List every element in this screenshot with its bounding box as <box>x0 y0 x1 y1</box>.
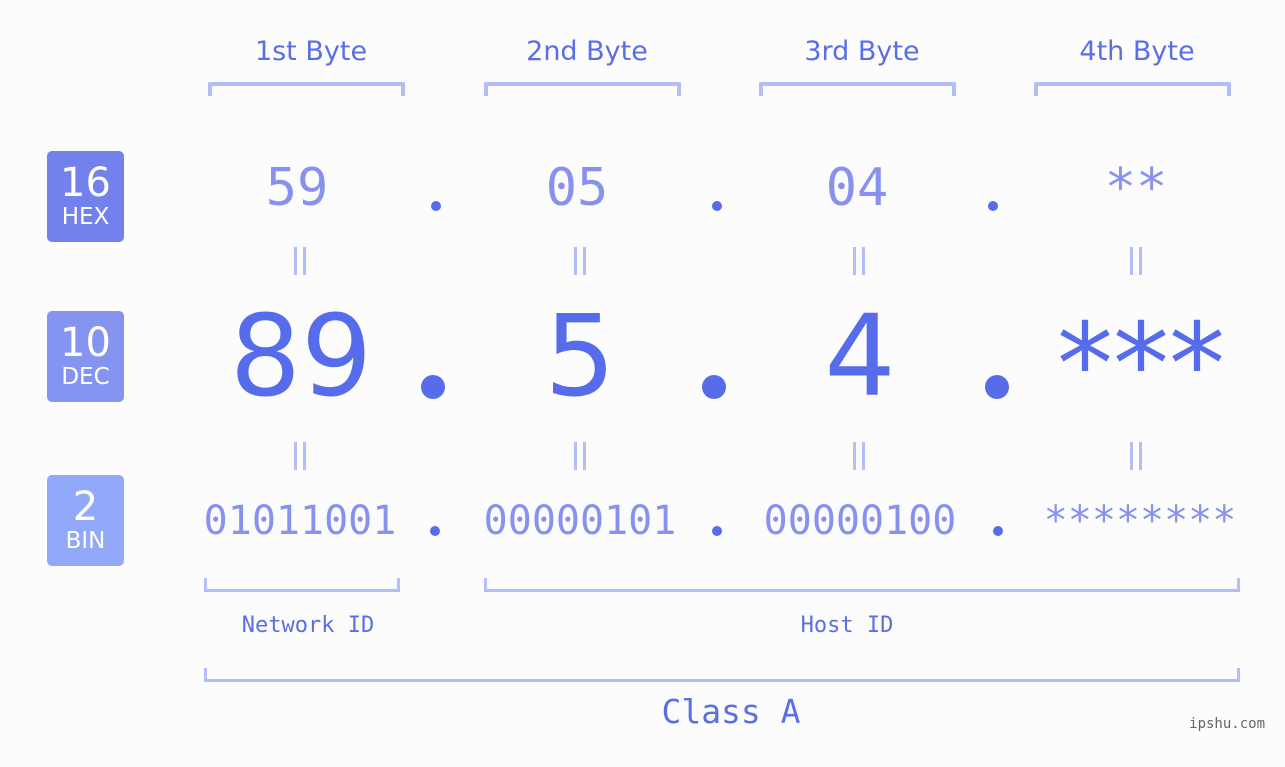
hex-dot-2 <box>712 201 722 211</box>
hex-value-1: 59 <box>265 158 329 218</box>
host-id-label: Host ID <box>800 613 894 638</box>
bin-value-3: 00000100 <box>763 498 957 544</box>
byte-bracket-1 <box>208 82 405 96</box>
dec-badge: 10 DEC <box>47 311 124 402</box>
hex-badge: 16 HEX <box>47 151 124 242</box>
bin-value-1: 01011001 <box>203 498 397 544</box>
hex-value-4: ** <box>1104 158 1168 218</box>
byte-header-3: 3rd Byte <box>804 36 920 67</box>
dec-value-3: 4 <box>824 292 896 422</box>
bin-badge: 2 BIN <box>47 475 124 566</box>
dec-value-2: 5 <box>544 292 616 422</box>
equals-icon <box>1130 247 1142 275</box>
byte-header-2: 2nd Byte <box>526 36 648 67</box>
network-id-bracket <box>204 578 400 592</box>
network-id-label: Network ID <box>241 613 375 638</box>
dec-dot-1 <box>421 375 445 399</box>
byte-header-4: 4th Byte <box>1079 36 1195 67</box>
bin-badge-number: 2 <box>72 484 99 530</box>
dec-value-4: *** <box>1057 300 1225 430</box>
ip-class-label: Class A <box>661 692 801 731</box>
host-id-bracket <box>484 578 1240 592</box>
bin-value-2: 00000101 <box>483 498 677 544</box>
hex-dot-1 <box>431 201 441 211</box>
watermark: ipshu.com <box>1189 716 1265 732</box>
bin-dot-1 <box>430 526 440 536</box>
equals-icon <box>574 247 586 275</box>
byte-bracket-3 <box>759 82 956 96</box>
dec-value-1: 89 <box>229 292 373 422</box>
byte-bracket-2 <box>484 82 681 96</box>
hex-value-3: 04 <box>825 158 889 218</box>
dec-dot-2 <box>702 375 726 399</box>
byte-bracket-4 <box>1034 82 1231 96</box>
bin-dot-2 <box>712 526 722 536</box>
hex-value-2: 05 <box>545 158 609 218</box>
dec-badge-label: DEC <box>61 364 110 390</box>
equals-icon <box>294 247 306 275</box>
bin-value-4: ******** <box>1043 498 1237 544</box>
dec-badge-number: 10 <box>60 320 111 366</box>
bin-dot-3 <box>993 526 1003 536</box>
hex-badge-label: HEX <box>61 204 110 230</box>
equals-icon <box>574 442 586 470</box>
equals-icon <box>853 442 865 470</box>
equals-icon <box>294 442 306 470</box>
byte-header-1: 1st Byte <box>254 36 368 67</box>
equals-icon <box>853 247 865 275</box>
class-bracket <box>204 668 1240 682</box>
hex-badge-number: 16 <box>60 160 111 206</box>
equals-icon <box>1130 442 1142 470</box>
bin-badge-label: BIN <box>65 528 106 554</box>
hex-dot-3 <box>988 201 998 211</box>
dec-dot-3 <box>985 375 1009 399</box>
